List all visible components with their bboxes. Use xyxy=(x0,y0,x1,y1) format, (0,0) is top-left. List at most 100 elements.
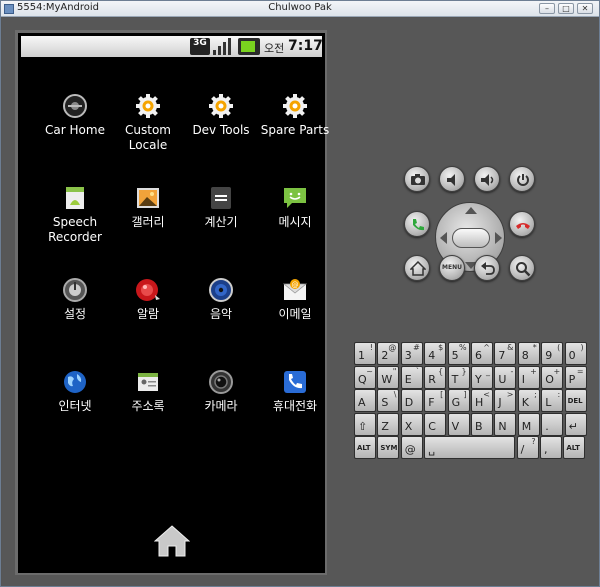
key-5[interactable]: 5% xyxy=(447,342,470,365)
key-g[interactable]: G] xyxy=(447,389,470,412)
key-space[interactable]: ␣ xyxy=(424,436,516,459)
key-alt-label: @ xyxy=(388,343,397,352)
app-gear[interactable]: Custom Locale xyxy=(110,88,186,168)
key-8[interactable]: 8 * xyxy=(517,342,540,365)
home-icon[interactable] xyxy=(154,525,190,557)
title-bar[interactable]: 5554:MyAndroid Chulwoo Pak – □ ✕ xyxy=(1,1,599,17)
key-alt-label: } xyxy=(461,366,467,376)
power-button[interactable] xyxy=(509,166,535,192)
app-label: Car Home xyxy=(45,123,105,137)
key-r[interactable]: R{ xyxy=(424,365,447,389)
key-alt-label: + xyxy=(530,366,537,376)
app-music[interactable]: 음악 xyxy=(183,272,259,352)
key-4[interactable]: 4 $ xyxy=(424,342,447,365)
key-6[interactable]: 6 ^ xyxy=(471,342,493,365)
volume-down-icon xyxy=(447,174,455,186)
key-j[interactable]: J > xyxy=(494,389,517,412)
key-/[interactable]: /? xyxy=(516,436,539,459)
key-label: K xyxy=(521,396,530,409)
key-f[interactable]: F[ xyxy=(424,389,447,412)
key-sym[interactable]: SYM xyxy=(377,436,400,459)
key-k[interactable]: K; xyxy=(517,389,540,412)
key-label: A xyxy=(358,396,366,409)
key-7[interactable]: 7 & xyxy=(494,342,517,365)
key-n[interactable]: N xyxy=(494,412,517,436)
key-,[interactable]: , xyxy=(540,436,562,459)
key-↵[interactable]: ↵ xyxy=(564,412,587,436)
key-alt-label: ! xyxy=(369,343,373,352)
app-calculator[interactable]: 계산기 xyxy=(183,180,259,260)
app-phone[interactable]: 휴대전화 xyxy=(257,364,333,444)
key-label: R xyxy=(428,372,436,386)
search-icon xyxy=(516,262,531,277)
key-t[interactable]: T} xyxy=(447,365,470,389)
home-button[interactable] xyxy=(404,255,430,281)
key-q[interactable]: Q ~ xyxy=(354,365,376,389)
key-p[interactable]: P = xyxy=(564,365,587,389)
key-.[interactable]: . xyxy=(541,412,564,436)
app-label: 갤러리 xyxy=(131,215,165,229)
app-speech-recorder[interactable]: Speech Recorder xyxy=(37,180,113,260)
app-camera[interactable]: 카메라 xyxy=(183,364,259,444)
calculator-icon xyxy=(208,185,234,211)
key-e[interactable]: E ` xyxy=(400,365,423,389)
key-del[interactable]: DEL xyxy=(564,389,587,412)
key-⇧[interactable]: ⇧ xyxy=(354,412,376,436)
key-b[interactable]: B xyxy=(471,412,493,436)
key-x[interactable]: X xyxy=(400,412,423,436)
key-y[interactable]: Y _ xyxy=(471,365,493,389)
key-alt[interactable]: ALT xyxy=(354,436,376,459)
app-label: 카메라 xyxy=(204,399,238,413)
app-email[interactable]: @ 이메일 xyxy=(257,272,333,352)
key-u[interactable]: U- xyxy=(494,365,517,389)
search-button[interactable] xyxy=(509,255,535,281)
key-m[interactable]: M xyxy=(517,412,540,436)
key-0[interactable]: 0) xyxy=(564,342,587,365)
key-o[interactable]: O + xyxy=(541,365,564,389)
settings-icon xyxy=(62,277,88,303)
volume-up-button[interactable] xyxy=(474,166,500,192)
key-3[interactable]: 3 # xyxy=(400,342,423,365)
end-call-button[interactable] xyxy=(509,211,535,237)
app-settings[interactable]: 설정 xyxy=(37,272,113,352)
app-gear[interactable]: Spare Parts xyxy=(257,88,333,168)
key-label: D xyxy=(404,396,414,409)
close-button[interactable]: ✕ xyxy=(577,3,593,14)
dpad-center-button[interactable] xyxy=(452,228,490,248)
key-alt-label: _ xyxy=(486,366,490,376)
key-1[interactable]: 1! xyxy=(354,342,376,365)
maximize-button[interactable]: □ xyxy=(558,3,574,14)
key-i[interactable]: I + xyxy=(517,365,540,389)
app-alarm[interactable]: 알람 xyxy=(110,272,186,352)
key-alt[interactable]: ALT xyxy=(563,436,586,459)
app-message[interactable]: 메시지 xyxy=(257,180,333,260)
minimize-button[interactable]: – xyxy=(539,3,555,14)
app-gear[interactable]: Dev Tools xyxy=(183,88,259,168)
key-c[interactable]: C xyxy=(424,412,447,436)
key-d[interactable]: D xyxy=(400,389,423,412)
volume-down-button[interactable] xyxy=(439,166,465,192)
key-2[interactable]: 2 @ xyxy=(377,342,400,365)
app-gallery[interactable]: 갤러리 xyxy=(110,180,186,260)
maximize-icon: □ xyxy=(562,4,570,13)
key-9[interactable]: 9( xyxy=(541,342,564,365)
key-z[interactable]: Z xyxy=(377,412,400,436)
key-l[interactable]: L: xyxy=(541,389,564,412)
key-v[interactable]: V xyxy=(447,412,470,436)
app-car-home[interactable]: Car Home xyxy=(37,88,113,168)
status-bar[interactable]: 3G 오전 7:17 xyxy=(21,36,323,57)
key-@[interactable]: @ xyxy=(400,436,423,459)
key-a[interactable]: A xyxy=(354,389,376,412)
key-h[interactable]: H < xyxy=(471,389,493,412)
camera-button[interactable] xyxy=(404,166,430,192)
key-alt-label: { xyxy=(438,366,444,376)
back-button[interactable] xyxy=(474,255,500,281)
device-screen[interactable]: 3G 오전 7:17 Car Home Custom Locale Dev Tool… xyxy=(18,33,329,573)
app-contacts[interactable]: 주소록 xyxy=(110,364,186,444)
speech-recorder-icon xyxy=(62,185,88,211)
key-s[interactable]: S \ xyxy=(377,389,400,412)
menu-button[interactable]: MENU xyxy=(439,255,465,281)
app-globe[interactable]: 인터넷 xyxy=(37,364,113,444)
call-button[interactable] xyxy=(404,211,430,237)
key-w[interactable]: W " xyxy=(377,365,400,389)
